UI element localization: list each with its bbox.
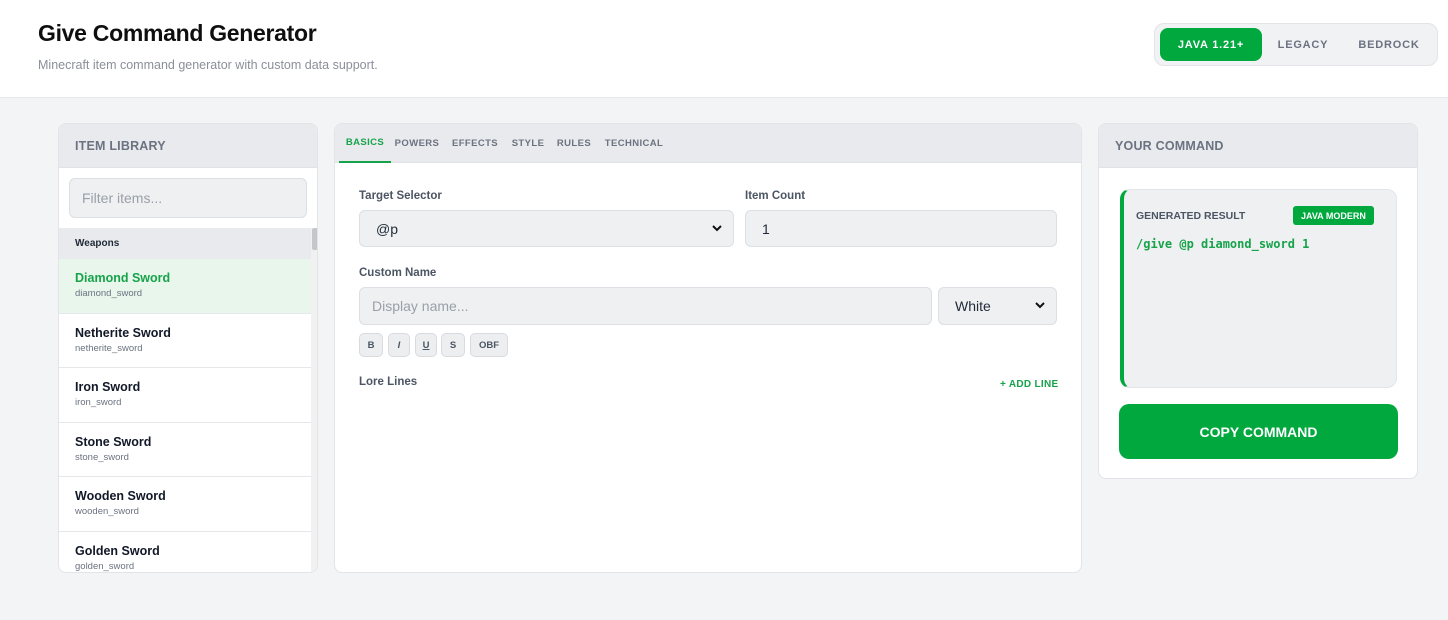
- item-count-label: Item Count: [745, 190, 806, 202]
- item-name: Iron Sword: [75, 380, 141, 395]
- list-item[interactable]: Wooden Sword wooden_sword: [59, 477, 311, 532]
- copy-command-button[interactable]: COPY COMMAND: [1119, 404, 1398, 459]
- generated-result-label: GENERATED RESULT: [1136, 210, 1246, 222]
- command-panel-title: YOUR COMMAND: [1099, 124, 1417, 168]
- page-subtitle: Minecraft item command generator with cu…: [38, 58, 378, 72]
- item-id: diamond_sword: [75, 288, 143, 299]
- item-id: wooden_sword: [75, 506, 139, 518]
- item-name: Stone Sword: [75, 434, 152, 449]
- target-selector-select[interactable]: @p: [359, 210, 734, 247]
- tab-effects[interactable]: EFFECTS: [449, 124, 501, 163]
- tab-rules[interactable]: RULES: [555, 124, 593, 163]
- name-color-select[interactable]: White: [938, 287, 1057, 325]
- editor-tabs: BASICS POWERS EFFECTS STYLE RULES TECHNI…: [335, 124, 1081, 163]
- list-item[interactable]: Stone Sword stone_sword: [59, 423, 311, 478]
- item-name: Netherite Sword: [75, 325, 171, 340]
- item-id: stone_sword: [75, 451, 129, 463]
- command-panel: YOUR COMMAND GENERATED RESULT JAVA MODER…: [1098, 123, 1418, 479]
- tab-basics[interactable]: BASICS: [339, 124, 391, 163]
- tab-powers[interactable]: POWERS: [393, 124, 441, 163]
- filter-items-input[interactable]: [69, 178, 307, 218]
- obfuscate-button[interactable]: OBF: [470, 333, 508, 357]
- name-color-value: White: [955, 298, 991, 314]
- version-legacy-button[interactable]: LEGACY: [1263, 28, 1343, 61]
- italic-button[interactable]: I: [388, 333, 410, 357]
- item-list: Weapons Diamond Sword diamond_sword Neth…: [59, 228, 311, 572]
- editor-panel: BASICS POWERS EFFECTS STYLE RULES TECHNI…: [334, 123, 1082, 573]
- item-name: Diamond Sword: [75, 271, 171, 285]
- list-item[interactable]: Netherite Sword netherite_sword: [59, 314, 311, 369]
- lore-lines-label: Lore Lines: [359, 376, 418, 388]
- tab-technical[interactable]: TECHNICAL: [603, 124, 665, 163]
- item-id: iron_sword: [75, 397, 122, 409]
- item-id: netherite_sword: [75, 342, 143, 354]
- target-selector-value: @p: [376, 220, 398, 237]
- version-bedrock-button[interactable]: BEDROCK: [1345, 28, 1433, 61]
- command-text: /give @p diamond_sword 1: [1136, 237, 1310, 251]
- item-library-panel: ITEM LIBRARY Weapons Diamond Sword diamo…: [58, 123, 318, 573]
- group-header-weapons: Weapons: [59, 228, 311, 259]
- target-selector-label: Target Selector: [359, 190, 442, 202]
- item-name: Wooden Sword: [75, 489, 166, 504]
- custom-name-input[interactable]: Display name...: [359, 287, 932, 325]
- command-result-box: GENERATED RESULT JAVA MODERN /give @p di…: [1120, 189, 1397, 388]
- page-title: Give Command Generator: [38, 20, 317, 46]
- add-line-button[interactable]: + ADD LINE: [1000, 379, 1058, 390]
- app-header: Give Command Generator Minecraft item co…: [0, 0, 1448, 98]
- tab-style[interactable]: STYLE: [509, 124, 547, 163]
- java-modern-badge: JAVA MODERN: [1293, 206, 1374, 225]
- item-list-scrollbar-thumb[interactable]: [312, 228, 317, 250]
- chevron-down-icon: [1035, 302, 1045, 309]
- version-java-button[interactable]: JAVA 1.21+: [1160, 28, 1262, 61]
- item-list-scrollbar[interactable]: [311, 228, 317, 572]
- strikethrough-button[interactable]: S: [441, 333, 465, 357]
- chevron-down-icon: [712, 225, 722, 232]
- item-library-title: ITEM LIBRARY: [59, 124, 317, 168]
- item-count-value: 1: [762, 220, 770, 237]
- list-item[interactable]: Iron Sword iron_sword: [59, 368, 311, 423]
- list-item[interactable]: Diamond Sword diamond_sword: [59, 259, 311, 314]
- bold-button[interactable]: B: [359, 333, 383, 357]
- list-item[interactable]: Golden Sword golden_sword: [59, 532, 311, 572]
- underline-button[interactable]: U: [415, 333, 437, 357]
- item-id: golden_sword: [75, 560, 135, 572]
- custom-name-label: Custom Name: [359, 267, 437, 279]
- version-switch: JAVA 1.21+ LEGACY BEDROCK: [1154, 23, 1438, 66]
- item-count-input[interactable]: 1: [745, 210, 1057, 247]
- item-name: Golden Sword: [75, 543, 160, 558]
